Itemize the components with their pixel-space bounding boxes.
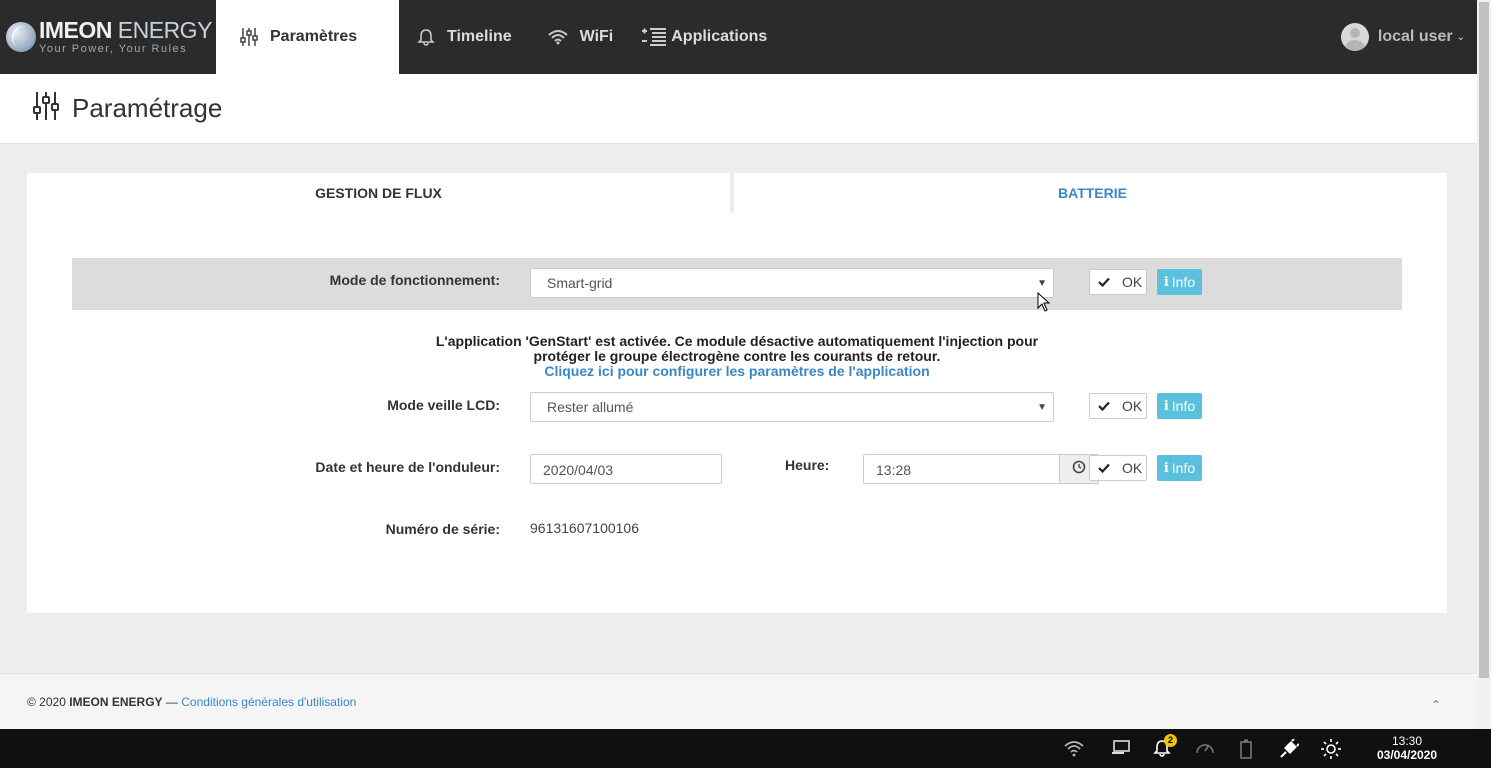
battery-icon[interactable] bbox=[1240, 739, 1252, 764]
lcd-label: Mode veille LCD: bbox=[387, 397, 500, 413]
date-input[interactable]: 2020/04/03 bbox=[530, 454, 722, 484]
configure-app-link[interactable]: Cliquez ici pour configurer les paramètr… bbox=[427, 364, 1047, 379]
brand-logo-area[interactable]: IMEON ENERGY Your Power, Your Rules bbox=[0, 0, 216, 74]
page-title: Paramétrage bbox=[72, 93, 223, 123]
sun-icon[interactable] bbox=[1321, 739, 1341, 764]
tab-divider bbox=[730, 173, 734, 213]
time-input[interactable]: 13:28 bbox=[863, 454, 1060, 484]
dropdown-arrow-icon: ▼ bbox=[1037, 278, 1047, 289]
mode-select[interactable]: Smart-grid ▼ bbox=[530, 268, 1054, 298]
dropdown-arrow-icon: ▼ bbox=[1037, 402, 1047, 413]
tab-bar: GESTION DE FLUX BATTERIE bbox=[27, 173, 1447, 213]
time-label: Heure: bbox=[785, 457, 830, 473]
check-icon bbox=[1098, 463, 1110, 473]
info-icon: i bbox=[1163, 460, 1169, 476]
notification-count-badge: 2 bbox=[1164, 734, 1177, 747]
sliders-icon bbox=[32, 91, 60, 126]
lcd-ok-button[interactable]: OK bbox=[1089, 393, 1147, 419]
nav-item-timeline[interactable]: Timeline bbox=[399, 0, 530, 74]
datetime-row: Date et heure de l'onduleur: 2020/04/03 … bbox=[72, 454, 1402, 486]
taskbar-clock[interactable]: 13:30 03/04/2020 bbox=[1370, 734, 1444, 762]
system-taskbar bbox=[0, 729, 1491, 768]
page-scrollbar[interactable] bbox=[1477, 0, 1491, 729]
bell-icon bbox=[417, 28, 435, 46]
brand-tagline: Your Power, Your Rules bbox=[39, 43, 188, 55]
wifi-icon bbox=[547, 29, 568, 45]
nav-label: Applications bbox=[671, 28, 768, 45]
datetime-ok-button[interactable]: OK bbox=[1089, 455, 1147, 481]
nav-item-parametres[interactable]: Paramètres bbox=[216, 0, 399, 74]
plug-icon[interactable] bbox=[1279, 738, 1300, 764]
serial-value: 96131607100106 bbox=[530, 520, 640, 536]
mode-row: Mode de fonctionnement: Smart-grid ▼ OK … bbox=[72, 258, 1402, 310]
mouse-cursor-icon bbox=[1037, 291, 1051, 317]
chevron-down-icon: ⌄ bbox=[1456, 31, 1465, 43]
lcd-select[interactable]: Rester allumé ▼ bbox=[530, 392, 1054, 422]
info-icon: i bbox=[1163, 274, 1169, 290]
serial-label: Numéro de série: bbox=[385, 521, 500, 537]
display-icon[interactable] bbox=[1111, 739, 1131, 762]
lcd-row: Mode veille LCD: Rester allumé ▼ OK i Inf… bbox=[72, 392, 1402, 424]
settings-card: GESTION DE FLUX BATTERIE Mode de fonctio… bbox=[27, 173, 1447, 613]
page-header: Paramétrage bbox=[0, 74, 1477, 144]
user-name: local user bbox=[1377, 28, 1453, 45]
datetime-label: Date et heure de l'onduleur: bbox=[315, 459, 500, 475]
clock-date: 03/04/2020 bbox=[1376, 748, 1438, 762]
mode-label: Mode de fonctionnement: bbox=[329, 272, 500, 288]
serial-row: Numéro de série: 96131607100106 bbox=[72, 519, 1402, 539]
user-menu[interactable]: local user ⌄ bbox=[1340, 0, 1477, 74]
sliders-icon bbox=[240, 27, 258, 47]
lcd-info-button[interactable]: i Info bbox=[1157, 393, 1202, 419]
brand-name: IMEON ENERGY bbox=[39, 17, 212, 43]
mode-info-button[interactable]: i Info bbox=[1157, 269, 1202, 295]
wifi-icon[interactable] bbox=[1064, 739, 1084, 762]
apps-list-icon bbox=[641, 27, 667, 47]
info-icon: i bbox=[1163, 398, 1169, 414]
check-icon bbox=[1098, 401, 1110, 411]
datetime-info-button[interactable]: i Info bbox=[1157, 455, 1202, 481]
clock-icon bbox=[1072, 460, 1086, 479]
footer-company: IMEON ENERGY bbox=[69, 695, 163, 709]
tab-gestion-de-flux[interactable]: GESTION DE FLUX bbox=[27, 173, 730, 213]
speedometer-icon[interactable] bbox=[1195, 739, 1215, 762]
terms-link[interactable]: Conditions générales d'utilisation bbox=[181, 695, 356, 709]
tab-batterie[interactable]: BATTERIE bbox=[738, 173, 1447, 213]
scroll-top-chevron-icon[interactable]: ⌃ bbox=[1431, 698, 1441, 712]
scrollbar-thumb[interactable] bbox=[1479, 2, 1489, 678]
clock-time: 13:30 bbox=[1391, 734, 1423, 748]
top-navbar: IMEON ENERGY Your Power, Your Rules Para… bbox=[0, 0, 1477, 74]
nav-item-applications[interactable]: Applications bbox=[631, 0, 785, 74]
check-icon bbox=[1098, 277, 1110, 287]
genstart-notice: L'application 'GenStart' est activée. Ce… bbox=[427, 334, 1047, 379]
nav-label: WiFi bbox=[579, 28, 614, 45]
page-footer: © 2020 IMEON ENERGY — Conditions général… bbox=[0, 673, 1477, 729]
nav-label: Paramètres bbox=[270, 28, 358, 45]
avatar bbox=[1340, 23, 1369, 51]
nav-label: Timeline bbox=[447, 28, 512, 45]
mode-ok-button[interactable]: OK bbox=[1089, 269, 1147, 295]
nav-item-wifi[interactable]: WiFi bbox=[530, 0, 632, 74]
imeon-logo-icon bbox=[6, 22, 36, 52]
